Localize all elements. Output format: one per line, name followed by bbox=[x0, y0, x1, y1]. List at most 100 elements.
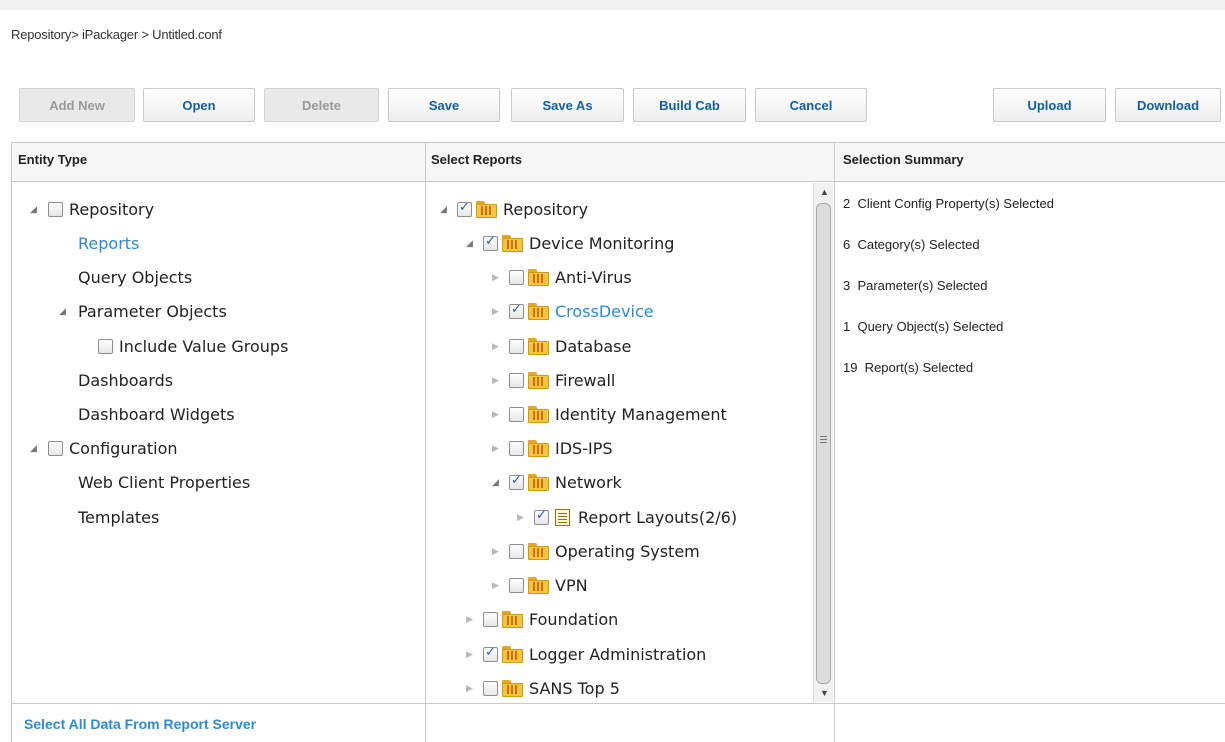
checkbox[interactable] bbox=[509, 269, 524, 285]
collapsed-icon[interactable]: ▶ bbox=[492, 334, 499, 358]
checkbox[interactable] bbox=[483, 645, 498, 662]
report-node-operating-system[interactable]: Operating System bbox=[509, 539, 700, 563]
report-node-network[interactable]: Network bbox=[509, 470, 622, 494]
checkbox[interactable] bbox=[509, 372, 524, 388]
grid-left-border bbox=[11, 143, 12, 742]
cancel-button[interactable]: Cancel bbox=[755, 88, 867, 122]
collapsed-icon[interactable]: ▶ bbox=[466, 676, 473, 700]
collapsed-icon[interactable]: ▶ bbox=[492, 539, 499, 563]
checkbox[interactable] bbox=[98, 338, 113, 354]
folder-icon bbox=[527, 337, 549, 355]
download-button[interactable]: Download bbox=[1115, 88, 1221, 122]
report-node-label: Logger Administration bbox=[529, 644, 707, 664]
expanded-icon[interactable]: ◢ bbox=[466, 231, 473, 255]
expanded-icon[interactable]: ◢ bbox=[30, 436, 37, 460]
select-all-data-link[interactable]: Select All Data From Report Server bbox=[24, 716, 256, 732]
checkbox[interactable] bbox=[483, 611, 498, 627]
report-node-vpn[interactable]: VPN bbox=[509, 573, 588, 597]
checkbox[interactable] bbox=[534, 508, 549, 525]
entity-reports[interactable]: Reports bbox=[78, 231, 139, 255]
breadcrumb: Repository> iPackager > Untitled.conf bbox=[11, 27, 222, 42]
report-node-label: CrossDevice bbox=[555, 301, 654, 321]
report-node-report-layouts[interactable]: Report Layouts(2/6) bbox=[534, 505, 737, 529]
report-node-label: Device Monitoring bbox=[529, 233, 675, 253]
scroll-down-arrow-icon[interactable]: ▼ bbox=[820, 688, 829, 698]
scroll-up-arrow-icon[interactable]: ▲ bbox=[820, 187, 829, 197]
collapsed-icon[interactable]: ▶ bbox=[466, 642, 473, 666]
checkbox[interactable] bbox=[48, 201, 63, 217]
checkbox[interactable] bbox=[509, 543, 524, 559]
scrollbar-thumb[interactable] bbox=[816, 203, 831, 684]
entity-dashboards[interactable]: Dashboards bbox=[78, 368, 173, 392]
add-new-button[interactable]: Add New bbox=[19, 88, 135, 122]
entity-query-objects[interactable]: Query Objects bbox=[78, 265, 192, 289]
delete-button[interactable]: Delete bbox=[264, 88, 379, 122]
entity-configuration[interactable]: Configuration bbox=[48, 436, 178, 460]
report-node-identity-management[interactable]: Identity Management bbox=[509, 402, 727, 426]
expanded-icon[interactable]: ◢ bbox=[30, 197, 37, 221]
checkbox[interactable] bbox=[509, 302, 524, 319]
report-node-firewall[interactable]: Firewall bbox=[509, 368, 615, 392]
save-as-button[interactable]: Save As bbox=[511, 88, 624, 122]
folder-icon bbox=[527, 405, 549, 423]
collapsed-icon[interactable]: ▶ bbox=[517, 505, 524, 529]
report-node-anti-virus[interactable]: Anti-Virus bbox=[509, 265, 632, 289]
upload-button[interactable]: Upload bbox=[993, 88, 1106, 122]
entity-repository[interactable]: Repository bbox=[48, 197, 154, 221]
report-node-database[interactable]: Database bbox=[509, 334, 631, 358]
checkbox[interactable] bbox=[509, 440, 524, 456]
report-node-device-monitoring[interactable]: Device Monitoring bbox=[483, 231, 674, 255]
checkbox[interactable] bbox=[483, 234, 498, 251]
checkbox[interactable] bbox=[509, 473, 524, 490]
expanded-icon[interactable]: ◢ bbox=[59, 299, 66, 323]
folder-icon bbox=[501, 645, 523, 663]
report-node-label: Network bbox=[555, 472, 622, 492]
report-node-label: SANS Top 5 bbox=[529, 678, 620, 698]
build-cab-button[interactable]: Build Cab bbox=[633, 88, 746, 122]
entity-parameter-objects[interactable]: Parameter Objects bbox=[78, 299, 227, 323]
report-node-label: Report Layouts(2/6) bbox=[578, 507, 738, 527]
report-node-logger-administration[interactable]: Logger Administration bbox=[483, 642, 706, 666]
folder-icon bbox=[527, 371, 549, 389]
entity-templates[interactable]: Templates bbox=[78, 505, 159, 529]
report-node-ids-ips[interactable]: IDS-IPS bbox=[509, 436, 613, 460]
collapsed-icon[interactable]: ▶ bbox=[492, 573, 499, 597]
entity-repository-label: Repository bbox=[69, 199, 155, 219]
entity-web-client-properties[interactable]: Web Client Properties bbox=[78, 470, 250, 494]
folder-icon bbox=[501, 610, 523, 628]
column-header-entity-type: Entity Type bbox=[18, 152, 88, 167]
column-divider-2 bbox=[834, 143, 835, 742]
entity-dashboard-widgets[interactable]: Dashboard Widgets bbox=[78, 402, 235, 426]
report-node-foundation[interactable]: Foundation bbox=[483, 607, 618, 631]
collapsed-icon[interactable]: ▶ bbox=[492, 368, 499, 392]
summary-report: 19 Report(s) Selected bbox=[843, 360, 974, 375]
collapsed-icon[interactable]: ▶ bbox=[466, 607, 473, 631]
collapsed-icon[interactable]: ▶ bbox=[492, 299, 499, 323]
checkbox[interactable] bbox=[48, 440, 63, 456]
collapsed-icon[interactable]: ▶ bbox=[492, 265, 499, 289]
open-button[interactable]: Open bbox=[143, 88, 255, 122]
collapsed-icon[interactable]: ▶ bbox=[492, 402, 499, 426]
checkbox[interactable] bbox=[483, 680, 498, 696]
checkbox[interactable] bbox=[509, 406, 524, 422]
checkbox[interactable] bbox=[509, 577, 524, 593]
save-button[interactable]: Save bbox=[388, 88, 500, 122]
expanded-icon[interactable]: ◢ bbox=[440, 197, 447, 221]
report-node-label: Identity Management bbox=[555, 404, 727, 424]
folder-icon bbox=[527, 268, 549, 286]
summary-client-config: 2 Client Config Property(s) Selected bbox=[843, 196, 1054, 211]
report-node-repository[interactable]: Repository bbox=[457, 197, 588, 221]
document-icon bbox=[552, 508, 572, 527]
folder-icon bbox=[527, 439, 549, 457]
folder-icon bbox=[501, 234, 523, 252]
reports-scrollbar[interactable]: ▲ ▼ bbox=[813, 183, 833, 702]
report-node-sans-top5[interactable]: SANS Top 5 bbox=[483, 676, 620, 700]
checkbox[interactable] bbox=[509, 338, 524, 354]
entity-include-value-groups[interactable]: Include Value Groups bbox=[98, 334, 288, 358]
collapsed-icon[interactable]: ▶ bbox=[492, 436, 499, 460]
summary-query-object: 1 Query Object(s) Selected bbox=[843, 319, 1004, 334]
checkbox[interactable] bbox=[457, 200, 472, 217]
expanded-icon[interactable]: ◢ bbox=[492, 470, 499, 494]
report-node-crossdevice[interactable]: CrossDevice bbox=[509, 299, 654, 323]
top-bar bbox=[0, 0, 1225, 10]
